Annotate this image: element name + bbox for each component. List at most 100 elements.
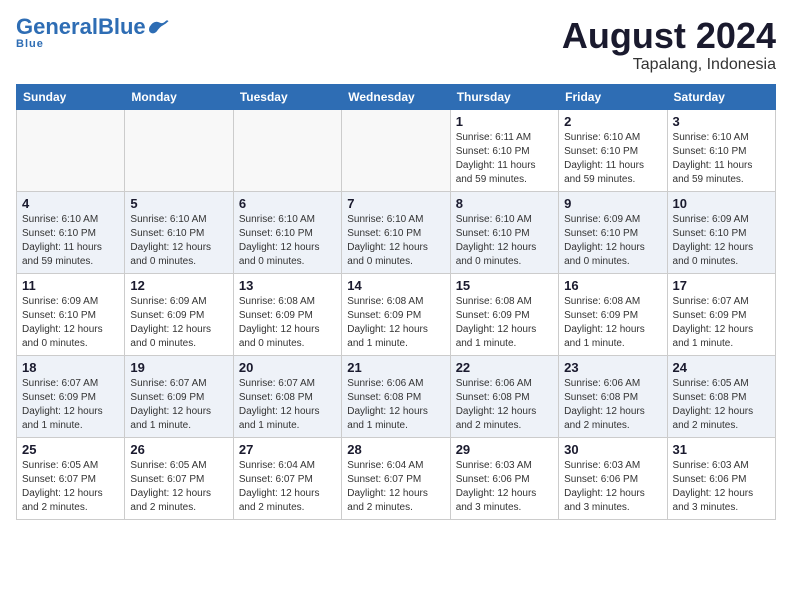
month-year-title: August 2024 [562,16,776,56]
calendar-week-row: 4 Sunrise: 6:10 AM Sunset: 6:10 PM Daylight… [17,191,776,273]
day-number: 11 [22,278,119,293]
daylight-label: Daylight: 12 hours and 0 minutes. [347,242,428,267]
daylight-label: Daylight: 11 hours and 59 minutes. [673,160,753,185]
daylight-label: Daylight: 12 hours and 0 minutes. [673,242,754,267]
calendar-day-cell: 7 Sunrise: 6:10 AM Sunset: 6:10 PM Daylight… [342,191,450,273]
day-info: Sunrise: 6:06 AMSunset: 6:08 PMDaylight:… [456,377,553,433]
daylight-label: Daylight: 12 hours and 1 minute. [130,406,211,431]
calendar-day-cell: 12Sunrise: 6:09 AMSunset: 6:09 PMDayligh… [125,273,233,355]
day-info: Sunrise: 6:07 AMSunset: 6:09 PMDaylight:… [130,377,227,433]
calendar-empty-cell [233,109,341,191]
calendar-day-cell: 29Sunrise: 6:03 AMSunset: 6:06 PMDayligh… [450,437,558,519]
day-number: 24 [673,360,770,375]
calendar-week-row: 18Sunrise: 6:07 AMSunset: 6:09 PMDayligh… [17,355,776,437]
day-number: 29 [456,442,553,457]
calendar-empty-cell [342,109,450,191]
day-number: 17 [673,278,770,293]
page-header: GeneralBlue Blue August 2024 Tapalang, I… [16,16,776,74]
calendar-day-cell: 17Sunrise: 6:07 AMSunset: 6:09 PMDayligh… [667,273,775,355]
daylight-label: Daylight: 12 hours and 3 minutes. [564,488,645,513]
day-number: 19 [130,360,227,375]
day-number: 23 [564,360,661,375]
sunrise-label: Sunrise: 6:09 AM [130,296,206,307]
sunset-label: Sunset: 6:10 PM [673,228,747,239]
day-info: Sunrise: 6:08 AMSunset: 6:09 PMDaylight:… [564,295,661,351]
calendar-day-cell: 2Sunrise: 6:10 AMSunset: 6:10 PMDaylight… [559,109,667,191]
day-number: 27 [239,442,336,457]
day-number: 4 [22,196,119,211]
sunset-label: Sunset: 6:08 PM [564,392,638,403]
daylight-label: Daylight: 12 hours and 2 minutes. [239,488,320,513]
calendar-day-cell: 1Sunrise: 6:11 AMSunset: 6:10 PMDaylight… [450,109,558,191]
day-number: 7 [347,196,444,211]
logo-text: GeneralBlue [16,16,146,38]
calendar-day-cell: 16 Sunrise: 6:08 AMSunset: 6:09 PMDayligh… [559,273,667,355]
sunset-label: Sunset: 6:07 PM [130,474,204,485]
sunrise-label: Sunrise: 6:09 AM [673,214,749,225]
sunset-label: Sunset: 6:10 PM [456,146,530,157]
day-number: 10 [673,196,770,211]
daylight-label: Daylight: 12 hours and 0 minutes. [239,242,320,267]
day-number: 12 [130,278,227,293]
sunset-label: Sunset: 6:09 PM [22,392,96,403]
sunset-label: Sunset: 6:10 PM [239,228,313,239]
sunset-label: Sunset: 6:08 PM [239,392,313,403]
day-number: 28 [347,442,444,457]
sunrise-label: Sunrise: 6:10 AM [347,214,423,225]
calendar-day-cell: 18Sunrise: 6:07 AMSunset: 6:09 PMDayligh… [17,355,125,437]
day-info: Sunrise: 6:09 AM Sunset: 6:10 PM Daylight:… [673,213,770,269]
title-block: August 2024 Tapalang, Indonesia [562,16,776,74]
sunrise-label: Sunrise: 6:05 AM [673,378,749,389]
calendar-day-cell: 19 Sunrise: 6:07 AMSunset: 6:09 PMDayligh… [125,355,233,437]
weekday-header-saturday: Saturday [667,84,775,109]
day-info: Sunrise: 6:10 AMSunset: 6:10 PMDaylight:… [673,131,770,187]
day-number: 1 [456,114,553,129]
day-number: 16 [564,278,661,293]
day-number: 2 [564,114,661,129]
calendar-day-cell: 4Sunrise: 6:10 AMSunset: 6:10 PMDaylight… [17,191,125,273]
daylight-label: Daylight: 12 hours and 0 minutes. [564,242,645,267]
sunset-label: Sunset: 6:10 PM [22,310,96,321]
weekday-header-monday: Monday [125,84,233,109]
sunrise-label: Sunrise: 6:07 AM [239,378,315,389]
daylight-label: Daylight: 12 hours and 2 minutes. [347,488,428,513]
daylight-label: Daylight: 12 hours and 1 minute. [239,406,320,431]
daylight-label: Daylight: 12 hours and 0 minutes. [456,242,537,267]
day-number: 26 [130,442,227,457]
day-info: Sunrise: 6:07 AMSunset: 6:09 PMDaylight:… [22,377,119,433]
sunrise-label: Sunrise: 6:03 AM [456,460,532,471]
day-number: 9 [564,196,661,211]
day-number: 31 [673,442,770,457]
calendar-day-cell: 5Sunrise: 6:10 AMSunset: 6:10 PMDaylight… [125,191,233,273]
sunrise-label: Sunrise: 6:04 AM [347,460,423,471]
location-subtitle: Tapalang, Indonesia [562,56,776,74]
day-number: 13 [239,278,336,293]
sunrise-label: Sunrise: 6:08 AM [347,296,423,307]
sunset-label: Sunset: 6:10 PM [564,228,638,239]
sunrise-label: Sunrise: 6:09 AM [564,214,640,225]
day-info: Sunrise: 6:10 AMSunset: 6:10 PMDaylight:… [130,213,227,269]
daylight-label: Daylight: 12 hours and 2 minutes. [22,488,103,513]
calendar-day-cell: 28 Sunrise: 6:04 AMSunset: 6:07 PMDayligh… [342,437,450,519]
day-info: Sunrise: 6:05 AMSunset: 6:08 PMDaylight:… [673,377,770,433]
day-info: Sunrise: 6:06 AMSunset: 6:08 PMDaylight:… [564,377,661,433]
daylight-label: Daylight: 11 hours and 59 minutes. [456,160,536,185]
sunset-label: Sunset: 6:07 PM [22,474,96,485]
day-number: 5 [130,196,227,211]
sunrise-label: Sunrise: 6:05 AM [22,460,98,471]
calendar-day-cell: 10 Sunrise: 6:09 AM Sunset: 6:10 PM Dayligh… [667,191,775,273]
sunset-label: Sunset: 6:09 PM [130,392,204,403]
sunset-label: Sunset: 6:10 PM [130,228,204,239]
day-number: 6 [239,196,336,211]
sunrise-label: Sunrise: 6:07 AM [673,296,749,307]
daylight-label: Daylight: 12 hours and 3 minutes. [673,488,754,513]
day-info: Sunrise: 6:09 AM Sunset: 6:10 PM Daylight:… [564,213,661,269]
sunrise-label: Sunrise: 6:10 AM [673,132,749,143]
day-info: Sunrise: 6:04 AMSunset: 6:07 PMDaylight:… [347,459,444,515]
day-info: Sunrise: 6:08 AMSunset: 6:09 PMDaylight:… [456,295,553,351]
daylight-label: Daylight: 12 hours and 1 minute. [347,324,428,349]
day-number: 20 [239,360,336,375]
calendar-day-cell: 15Sunrise: 6:08 AMSunset: 6:09 PMDayligh… [450,273,558,355]
sunrise-label: Sunrise: 6:10 AM [130,214,206,225]
sunset-label: Sunset: 6:10 PM [347,228,421,239]
